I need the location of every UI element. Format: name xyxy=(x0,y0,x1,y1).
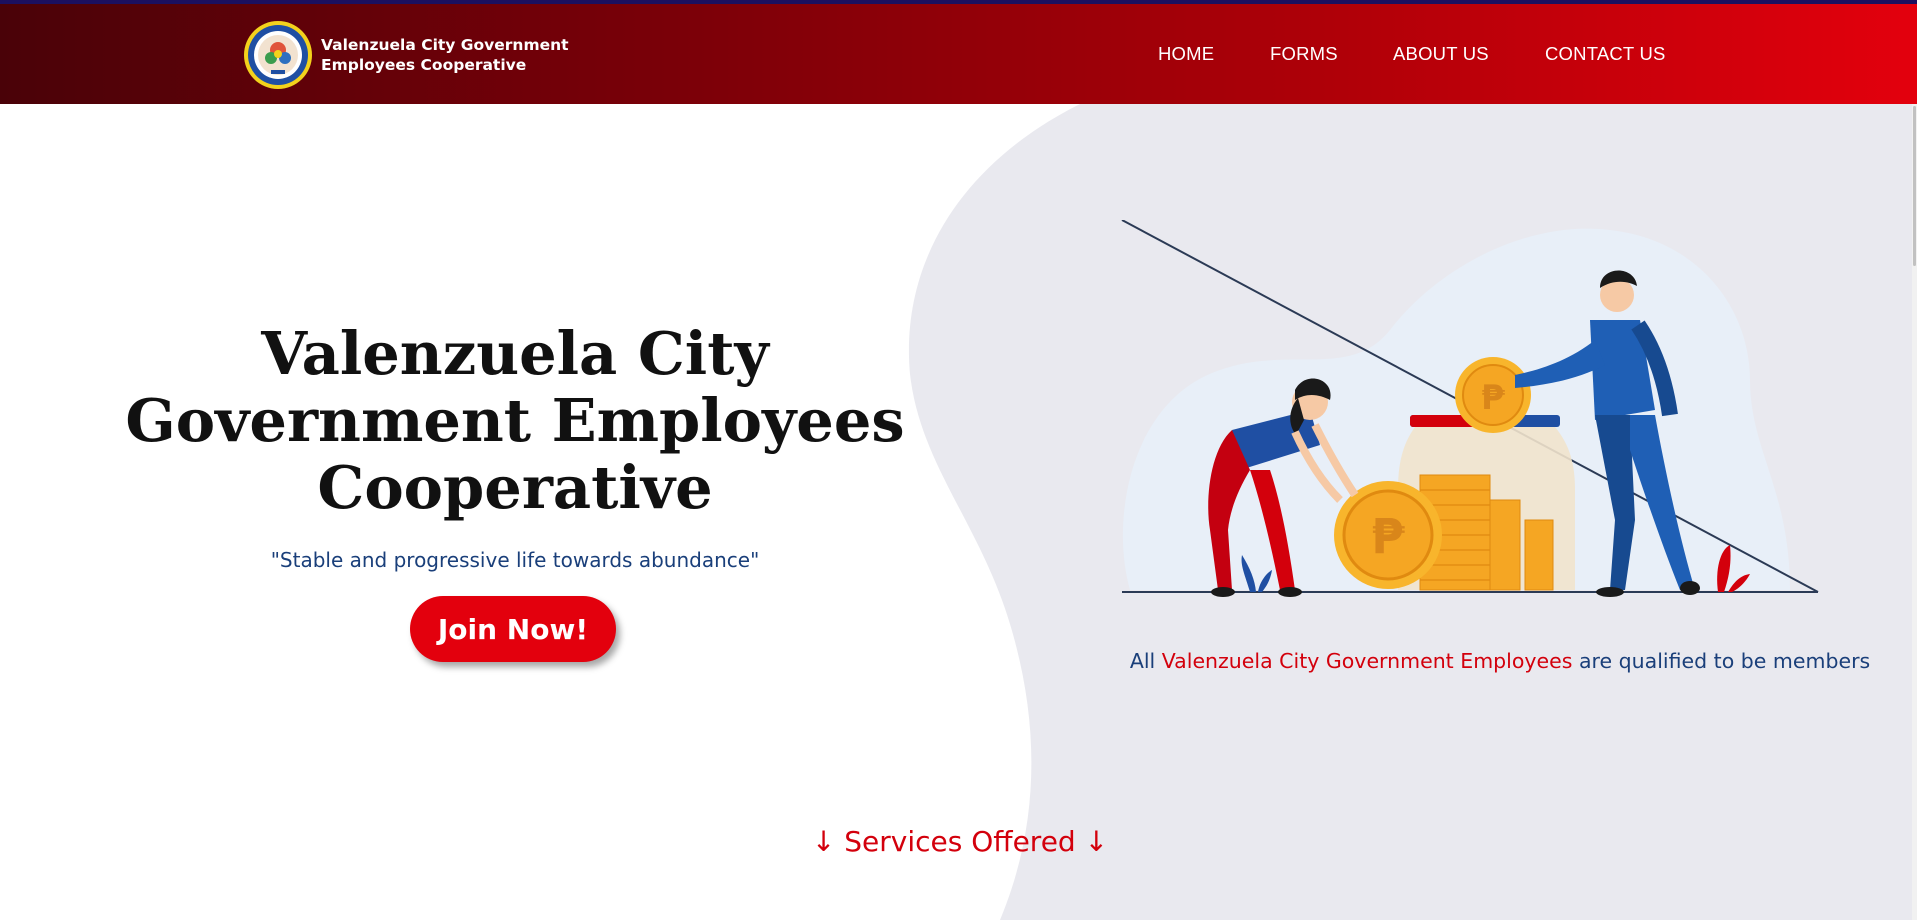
join-now-button[interactable]: Join Now! xyxy=(410,596,616,662)
nav-home[interactable]: HOME xyxy=(1158,43,1214,65)
membership-note-suffix: are qualified to be members xyxy=(1572,649,1871,673)
hero-title-line2: Government Employees xyxy=(125,386,905,455)
hero-tagline: "Stable and progressive life towards abu… xyxy=(270,548,760,572)
membership-note: All Valenzuela City Government Employees… xyxy=(1080,649,1917,673)
membership-note-prefix: All xyxy=(1129,649,1162,673)
nav-about-us[interactable]: ABOUT US xyxy=(1393,43,1489,65)
navbar: Valenzuela City Government Employees Coo… xyxy=(0,4,1917,104)
hero-title-line3: Cooperative xyxy=(317,453,713,522)
membership-note-highlight: Valenzuela City Government Employees xyxy=(1161,649,1573,673)
services-offered-link[interactable]: ↓ Services Offered ↓ xyxy=(740,825,1180,858)
people-saving-coins-illustration-icon: ₱ ₱ xyxy=(1121,220,1819,597)
scrollbar-thumb[interactable] xyxy=(1913,106,1916,266)
main-nav: HOME FORMS ABOUT US CONTACT US xyxy=(0,4,1917,104)
hero-title-line1: Valenzuela City xyxy=(261,319,769,388)
nav-forms[interactable]: FORMS xyxy=(1270,43,1338,65)
svg-text:₱: ₱ xyxy=(1481,378,1505,418)
svg-text:₱: ₱ xyxy=(1371,509,1405,565)
hero-title: Valenzuela City Government Employees Coo… xyxy=(100,320,930,521)
nav-contact-us[interactable]: CONTACT US xyxy=(1545,43,1666,65)
